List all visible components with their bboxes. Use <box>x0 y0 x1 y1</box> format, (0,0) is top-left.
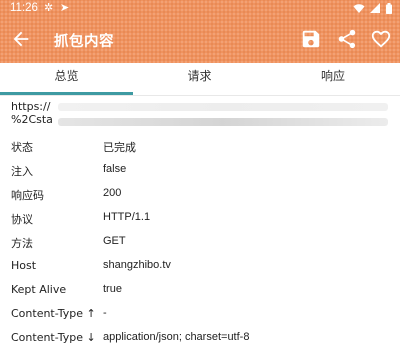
detail-value: false <box>103 163 127 175</box>
detail-row-content-type-request: Content-Type ↑ - <box>0 302 400 326</box>
detail-row-content-type-response: Content-Type ↓ application/json; charset… <box>0 326 400 350</box>
save-icon[interactable] <box>300 28 322 50</box>
tab-request-label: 请求 <box>187 69 212 83</box>
share-icon[interactable] <box>336 28 358 50</box>
detail-label: 协议 <box>11 213 33 226</box>
tab-overview[interactable]: 总览 <box>0 63 133 95</box>
detail-value: application/json; charset=utf-8 <box>103 331 250 343</box>
redacted-url-blur <box>58 103 388 111</box>
detail-label: 响应码 <box>11 189 44 202</box>
page-title: 抓包内容 <box>54 34 114 50</box>
tab-bar: 总览 请求 响应 <box>0 63 400 95</box>
battery-icon <box>386 3 392 14</box>
detail-value: - <box>103 307 107 319</box>
detail-row-host: Host shangzhibo.tv <box>0 254 400 278</box>
tab-response-label: 响应 <box>320 69 345 83</box>
navigation-status-icon: ➤ <box>60 1 70 14</box>
status-time: 11:26 <box>10 2 38 14</box>
detail-value: 200 <box>103 187 122 199</box>
detail-value: 已完成 <box>103 142 136 154</box>
signal-icon <box>370 3 380 13</box>
detail-label: 方法 <box>11 237 33 250</box>
tab-request[interactable]: 请求 <box>133 63 266 95</box>
detail-label: Content-Type ↑ <box>11 307 96 320</box>
heart-icon[interactable] <box>370 28 392 50</box>
detail-value: GET <box>103 235 126 247</box>
detail-value: shangzhibo.tv <box>103 259 171 271</box>
request-url: https:// %2Csta <box>11 100 53 126</box>
settings-status-icon: ✲ <box>44 1 54 14</box>
detail-row-injected: 注入 false <box>0 158 400 182</box>
status-bar: 11:26 ✲ ➤ <box>0 0 400 18</box>
url-line-2: %2Csta <box>11 113 53 126</box>
detail-value: true <box>103 283 122 295</box>
detail-row-protocol: 协议 HTTP/1.1 <box>0 206 400 230</box>
url-line-1: https:// <box>11 100 51 113</box>
detail-row-kept-alive: Kept Alive true <box>0 278 400 302</box>
detail-label: Kept Alive <box>11 283 67 296</box>
detail-row-response-code: 响应码 200 <box>0 182 400 206</box>
tab-response[interactable]: 响应 <box>266 63 400 95</box>
detail-label: Content-Type ↓ <box>11 331 96 344</box>
detail-label: 注入 <box>11 165 33 178</box>
detail-value: HTTP/1.1 <box>103 211 151 223</box>
wifi-icon <box>353 4 365 13</box>
detail-label: 状态 <box>11 141 33 154</box>
app-bar: 11:26 ✲ ➤ 抓包内容 <box>0 0 400 63</box>
redacted-url-blur <box>58 118 388 126</box>
detail-row-status: 状态 已完成 <box>0 134 400 158</box>
detail-label: Host <box>11 259 37 272</box>
detail-row-method: 方法 GET <box>0 230 400 254</box>
tab-overview-label: 总览 <box>54 69 79 83</box>
tab-divider <box>0 95 400 96</box>
arrow-back-icon[interactable] <box>10 28 32 50</box>
